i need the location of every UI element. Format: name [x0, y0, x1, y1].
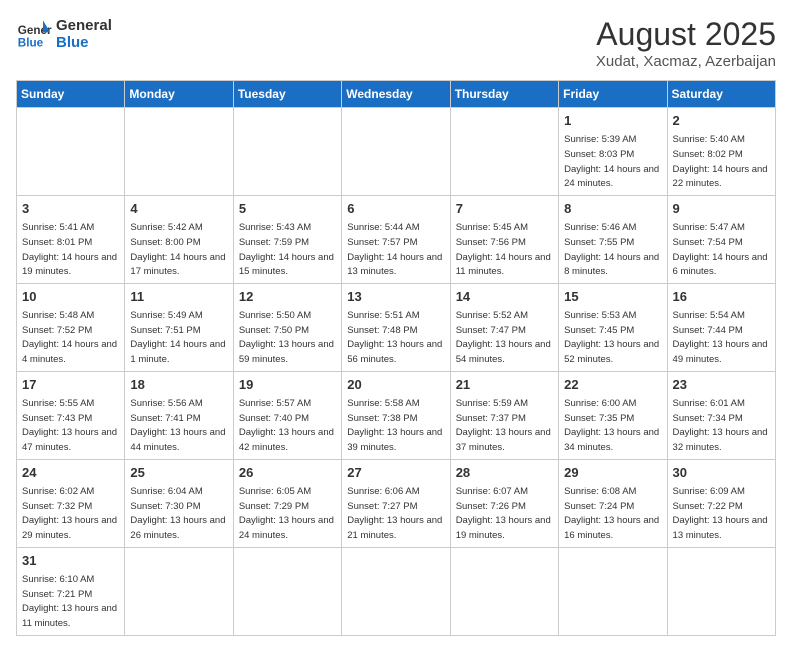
- empty-cell: [233, 547, 341, 635]
- day-29: 29 Sunrise: 6:08 AMSunset: 7:24 PMDaylig…: [559, 459, 667, 547]
- empty-cell: [667, 547, 775, 635]
- day-30: 30 Sunrise: 6:09 AMSunset: 7:22 PMDaylig…: [667, 459, 775, 547]
- svg-text:Blue: Blue: [18, 37, 44, 50]
- day-11: 11 Sunrise: 5:49 AMSunset: 7:51 PMDaylig…: [125, 283, 233, 371]
- day-17: 17 Sunrise: 5:55 AMSunset: 7:43 PMDaylig…: [17, 371, 125, 459]
- col-tuesday: Tuesday: [233, 81, 341, 108]
- day-13: 13 Sunrise: 5:51 AMSunset: 7:48 PMDaylig…: [342, 283, 450, 371]
- day-23: 23 Sunrise: 6:01 AMSunset: 7:34 PMDaylig…: [667, 371, 775, 459]
- day-14: 14 Sunrise: 5:52 AMSunset: 7:47 PMDaylig…: [450, 283, 558, 371]
- table-row: 17 Sunrise: 5:55 AMSunset: 7:43 PMDaylig…: [17, 371, 776, 459]
- day-10: 10 Sunrise: 5:48 AMSunset: 7:52 PMDaylig…: [17, 283, 125, 371]
- day-26: 26 Sunrise: 6:05 AMSunset: 7:29 PMDaylig…: [233, 459, 341, 547]
- table-row: 24 Sunrise: 6:02 AMSunset: 7:32 PMDaylig…: [17, 459, 776, 547]
- day-28: 28 Sunrise: 6:07 AMSunset: 7:26 PMDaylig…: [450, 459, 558, 547]
- header: General Blue General Blue August 2025 Xu…: [16, 16, 776, 70]
- day-12: 12 Sunrise: 5:50 AMSunset: 7:50 PMDaylig…: [233, 283, 341, 371]
- day-7: 7 Sunrise: 5:45 AMSunset: 7:56 PMDayligh…: [450, 195, 558, 283]
- day-9: 9 Sunrise: 5:47 AMSunset: 7:54 PMDayligh…: [667, 195, 775, 283]
- day-25: 25 Sunrise: 6:04 AMSunset: 7:30 PMDaylig…: [125, 459, 233, 547]
- empty-cell: [342, 547, 450, 635]
- day-3: 3 Sunrise: 5:41 AMSunset: 8:01 PMDayligh…: [17, 195, 125, 283]
- table-row: 3 Sunrise: 5:41 AMSunset: 8:01 PMDayligh…: [17, 195, 776, 283]
- day-20: 20 Sunrise: 5:58 AMSunset: 7:38 PMDaylig…: [342, 371, 450, 459]
- day-15: 15 Sunrise: 5:53 AMSunset: 7:45 PMDaylig…: [559, 283, 667, 371]
- empty-cell: [125, 547, 233, 635]
- col-wednesday: Wednesday: [342, 81, 450, 108]
- empty-cell: [559, 547, 667, 635]
- day-6: 6 Sunrise: 5:44 AMSunset: 7:57 PMDayligh…: [342, 195, 450, 283]
- day-27: 27 Sunrise: 6:06 AMSunset: 7:27 PMDaylig…: [342, 459, 450, 547]
- logo-icon: General Blue: [16, 16, 52, 52]
- col-thursday: Thursday: [450, 81, 558, 108]
- col-sunday: Sunday: [17, 81, 125, 108]
- day-24: 24 Sunrise: 6:02 AMSunset: 7:32 PMDaylig…: [17, 459, 125, 547]
- empty-cell: [233, 108, 341, 196]
- day-18: 18 Sunrise: 5:56 AMSunset: 7:41 PMDaylig…: [125, 371, 233, 459]
- day-4: 4 Sunrise: 5:42 AMSunset: 8:00 PMDayligh…: [125, 195, 233, 283]
- day-5: 5 Sunrise: 5:43 AMSunset: 7:59 PMDayligh…: [233, 195, 341, 283]
- month-title: August 2025: [596, 16, 776, 53]
- day-31: 31 Sunrise: 6:10 AMSunset: 7:21 PMDaylig…: [17, 547, 125, 635]
- title-area: August 2025 Xudat, Xacmaz, Azerbaijan: [596, 16, 776, 70]
- col-friday: Friday: [559, 81, 667, 108]
- day-2: 2 Sunrise: 5:40 AMSunset: 8:02 PMDayligh…: [667, 108, 775, 196]
- day-19: 19 Sunrise: 5:57 AMSunset: 7:40 PMDaylig…: [233, 371, 341, 459]
- col-monday: Monday: [125, 81, 233, 108]
- empty-cell: [450, 547, 558, 635]
- empty-cell: [342, 108, 450, 196]
- day-16: 16 Sunrise: 5:54 AMSunset: 7:44 PMDaylig…: [667, 283, 775, 371]
- empty-cell: [125, 108, 233, 196]
- day-1: 1 Sunrise: 5:39 AMSunset: 8:03 PMDayligh…: [559, 108, 667, 196]
- empty-cell: [17, 108, 125, 196]
- empty-cell: [450, 108, 558, 196]
- logo-blue-text: Blue: [56, 34, 112, 51]
- calendar: Sunday Monday Tuesday Wednesday Thursday…: [16, 80, 776, 636]
- col-saturday: Saturday: [667, 81, 775, 108]
- table-row: 1 Sunrise: 5:39 AMSunset: 8:03 PMDayligh…: [17, 108, 776, 196]
- logo: General Blue General Blue: [16, 16, 112, 52]
- day-21: 21 Sunrise: 5:59 AMSunset: 7:37 PMDaylig…: [450, 371, 558, 459]
- table-row: 31 Sunrise: 6:10 AMSunset: 7:21 PMDaylig…: [17, 547, 776, 635]
- day-22: 22 Sunrise: 6:00 AMSunset: 7:35 PMDaylig…: [559, 371, 667, 459]
- logo-general-text: General: [56, 17, 112, 34]
- table-row: 10 Sunrise: 5:48 AMSunset: 7:52 PMDaylig…: [17, 283, 776, 371]
- day-8: 8 Sunrise: 5:46 AMSunset: 7:55 PMDayligh…: [559, 195, 667, 283]
- location-title: Xudat, Xacmaz, Azerbaijan: [596, 53, 776, 70]
